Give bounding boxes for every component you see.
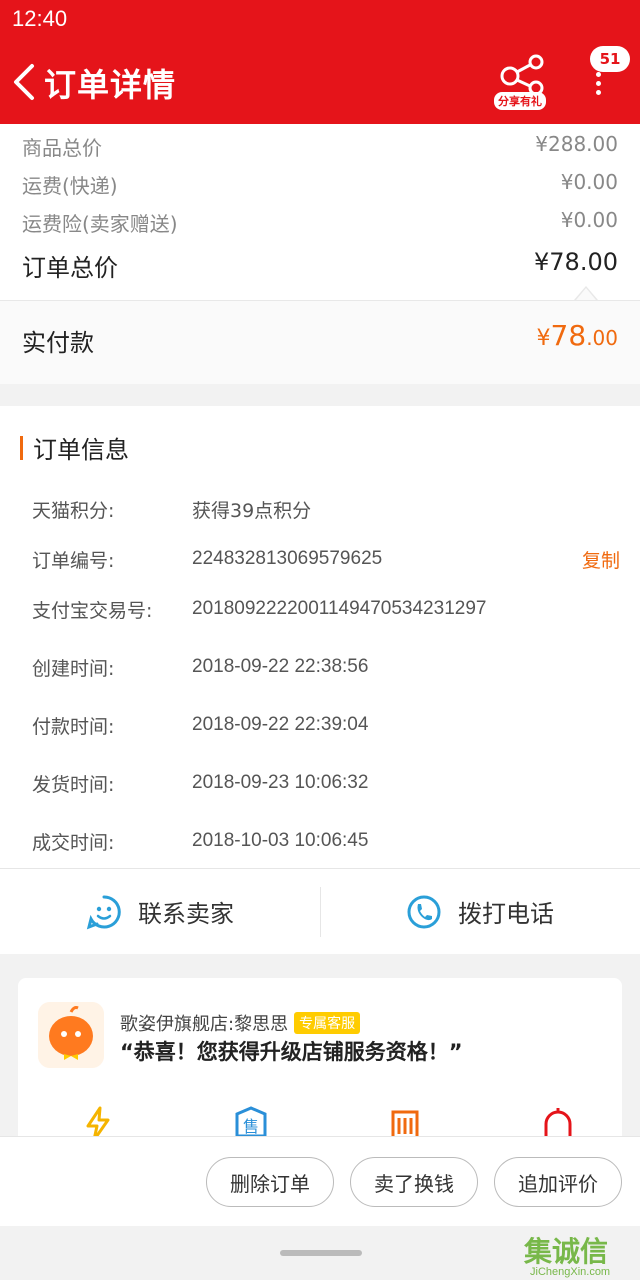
- paid-decimal: .00: [586, 326, 618, 350]
- top-bar: 12:40 订单详情 分享有礼 51: [0, 0, 640, 124]
- info-key: 创建时间:: [32, 657, 115, 680]
- call-phone-button[interactable]: 拨打电话: [320, 869, 640, 954]
- info-key: 支付宝交易号:: [32, 599, 153, 622]
- info-row-paid: 付款时间: 2018-09-22 22:39:04: [32, 710, 620, 740]
- info-value: 2018-09-23 10:06:32: [192, 772, 369, 793]
- price-row-insurance: 运费险(卖家赠送) ¥0.00: [22, 208, 618, 237]
- paid-currency: ¥: [536, 326, 551, 351]
- price-label: 运费(快递): [22, 174, 118, 198]
- home-gesture-handle[interactable]: [280, 1250, 362, 1256]
- paid-value: ¥78.00: [537, 319, 618, 352]
- price-label: 运费险(卖家赠送): [22, 212, 178, 236]
- sell-for-cash-button[interactable]: 卖了换钱: [350, 1157, 478, 1207]
- order-info-title: 订单信息: [33, 436, 129, 464]
- order-total-value: ¥78.00: [534, 248, 618, 276]
- chat-face-icon: [86, 894, 121, 929]
- store-message: “恭喜！您获得升级店铺服务资格！”: [120, 1040, 463, 1064]
- info-key: 成交时间:: [32, 831, 115, 854]
- divider: [320, 887, 321, 937]
- status-time: 12:40: [12, 6, 68, 31]
- price-value: ¥0.00: [560, 208, 618, 232]
- price-summary: 商品总价 ¥288.00 运费(快递) ¥0.00 运费险(卖家赠送) ¥0.0…: [0, 124, 640, 300]
- watermark-logo: 集诚信: [524, 1235, 609, 1268]
- contact-panel: 联系卖家 拨打电话: [0, 868, 640, 954]
- store-name-line: 歌姿伊旗舰店:黎思思 专属客服: [120, 1010, 361, 1036]
- info-row-points: 天猫积分: 获得39点积分: [32, 494, 620, 524]
- store-name: 歌姿伊旗舰店:黎思思: [120, 1014, 289, 1035]
- paid-amount-panel: 实付款 ¥78.00: [0, 300, 640, 384]
- after-sale-glyph: 售: [243, 1117, 259, 1136]
- contact-seller-label: 联系卖家: [138, 900, 234, 928]
- order-info-panel: 订单信息 天猫积分: 获得39点积分 订单编号: 224832813069579…: [0, 406, 640, 868]
- price-row-shipping: 运费(快递) ¥0.00: [22, 170, 618, 199]
- price-value: ¥0.00: [560, 170, 618, 194]
- call-phone-label: 拨打电话: [458, 900, 554, 928]
- info-key: 订单编号:: [32, 549, 115, 572]
- info-row-created: 创建时间: 2018-09-22 22:38:56: [32, 652, 620, 682]
- add-review-button[interactable]: 追加评价: [494, 1157, 622, 1207]
- watermark-url: JiChengXin.com: [530, 1266, 611, 1278]
- price-row-total: 订单总价 ¥78.00: [22, 248, 618, 283]
- copy-button[interactable]: 复制: [582, 546, 620, 573]
- info-row-order-number: 订单编号: 224832813069579625 复制: [32, 544, 620, 574]
- dedicated-service-tag: 专属客服: [294, 1012, 361, 1034]
- info-value: 2018-09-22 22:38:56: [192, 656, 369, 677]
- store-service-card[interactable]: 歌姿伊旗舰店:黎思思 专属客服 “恭喜！您获得升级店铺服务资格！” 售: [18, 978, 622, 1158]
- info-key: 付款时间:: [32, 715, 115, 738]
- info-key: 发货时间:: [32, 773, 115, 796]
- back-arrow-icon[interactable]: [10, 62, 40, 102]
- mascot-icon: [38, 1002, 104, 1068]
- info-row-shipped: 发货时间: 2018-09-23 10:06:32: [32, 768, 620, 798]
- pointer-arrow-fill: [576, 288, 596, 300]
- order-total-label: 订单总价: [22, 254, 118, 282]
- section-accent-bar: [20, 435, 23, 460]
- share-reward-tag[interactable]: 分享有礼: [494, 92, 546, 110]
- watermark: 集诚信 JiChengXin.com: [524, 1230, 640, 1280]
- info-value: 2018-09-22 22:39:04: [192, 714, 369, 735]
- info-row-alipay: 支付宝交易号: 2018092222001149470534231297: [32, 594, 620, 624]
- contact-seller-button[interactable]: 联系卖家: [0, 869, 320, 954]
- info-value: 获得39点积分: [192, 499, 312, 522]
- info-key: 天猫积分:: [32, 499, 115, 522]
- info-value: 2018-10-03 10:06:45: [192, 830, 369, 851]
- info-value: 224832813069579625: [192, 548, 383, 569]
- info-row-closed: 成交时间: 2018-10-03 10:06:45: [32, 826, 620, 856]
- price-value: ¥288.00: [535, 132, 618, 156]
- price-row-goods: 商品总价 ¥288.00: [22, 132, 618, 161]
- info-value: 2018092222001149470534231297: [192, 598, 487, 619]
- delete-order-button[interactable]: 删除订单: [206, 1157, 334, 1207]
- paid-integer: 78: [550, 319, 587, 352]
- message-badge: 51: [590, 46, 630, 72]
- more-menu-icon[interactable]: [592, 72, 604, 100]
- paid-label: 实付款: [22, 329, 94, 357]
- store-avatar[interactable]: [38, 1002, 104, 1068]
- page-title: 订单详情: [44, 66, 177, 104]
- order-info-header: 订单信息: [20, 430, 129, 465]
- price-label: 商品总价: [22, 136, 102, 160]
- phone-icon: [407, 895, 441, 928]
- bottom-action-bar: 删除订单 卖了换钱 追加评价: [0, 1136, 640, 1226]
